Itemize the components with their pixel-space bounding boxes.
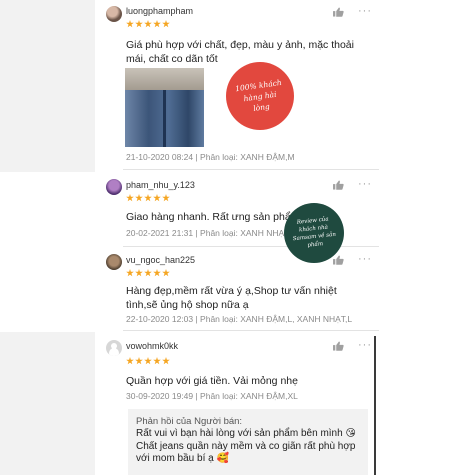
review-text: Giá phù hợp với chất, đẹp, màu y ảnh, mặ… (126, 39, 354, 65)
star-icon (162, 194, 170, 202)
left-margin (0, 332, 95, 475)
more-options-icon[interactable]: ··· (358, 6, 372, 17)
review-item: pham_nhu_y.123 ··· Giao hàng nhanh. Rất … (0, 172, 475, 248)
star-icon (153, 357, 161, 365)
star-icon (126, 20, 134, 28)
star-icon (135, 20, 143, 28)
avatar[interactable] (106, 254, 122, 270)
star-icon (126, 194, 134, 202)
star-icon (135, 269, 143, 277)
rating-stars (126, 269, 170, 277)
review-meta: 20-02-2021 21:31 | Phân loại: XANH NHẠT,… (126, 228, 296, 238)
review-photo[interactable] (125, 68, 204, 147)
review-username[interactable]: pham_nhu_y.123 (126, 180, 195, 190)
star-icon (153, 269, 161, 277)
rating-stars (126, 20, 170, 28)
star-icon (135, 194, 143, 202)
review-meta: 22-10-2020 12:03 | Phân loại: XANH ĐẬM,L… (126, 314, 353, 324)
thumbs-up-icon[interactable] (333, 341, 344, 351)
satisfaction-badge: 100% khách hàng hài lòng (226, 62, 294, 130)
review-username[interactable]: luongphampham (126, 6, 193, 16)
more-options-icon[interactable]: ··· (358, 179, 372, 190)
review-item: vu_ngoc_han225 ··· Hàng đẹp,mềm rất vừa … (0, 248, 475, 332)
star-icon (144, 194, 152, 202)
star-icon (135, 357, 143, 365)
rating-stars (126, 357, 170, 365)
thumbs-up-icon[interactable] (333, 180, 344, 190)
review-text: Quần hợp với giá tiền. Vải mỏng nhẹ (126, 375, 298, 387)
more-options-icon[interactable]: ··· (358, 340, 372, 351)
avatar[interactable] (106, 179, 122, 195)
avatar[interactable] (106, 6, 122, 22)
seller-reply-title: Phản hồi của Người bán: (136, 416, 243, 427)
review-item: luongphampham ··· Giá phù hợp với chất, … (0, 0, 475, 172)
star-icon (144, 269, 152, 277)
review-text: Hàng đẹp,mềm rất vừa ý ạ,Shop tư vấn nhi… (126, 285, 337, 311)
star-icon (126, 357, 134, 365)
thumbs-up-icon[interactable] (333, 255, 344, 265)
star-icon (144, 20, 152, 28)
rating-stars (126, 194, 170, 202)
star-icon (153, 194, 161, 202)
thumbs-up-icon[interactable] (333, 7, 344, 17)
review-username[interactable]: vowohmk0kk (126, 341, 178, 351)
scrollbar[interactable] (374, 336, 376, 475)
star-icon (153, 20, 161, 28)
star-icon (162, 20, 170, 28)
more-options-icon[interactable]: ··· (358, 254, 372, 265)
seller-reply: Phản hồi của Người bán: Rất vui vì bạn h… (128, 409, 368, 475)
star-icon (144, 357, 152, 365)
left-margin (0, 0, 95, 172)
review-meta: 21-10-2020 08:24 | Phân loại: XANH ĐẬM,M (126, 152, 295, 162)
star-icon (162, 357, 170, 365)
review-username[interactable]: vu_ngoc_han225 (126, 255, 195, 265)
seller-reply-text: Rất vui vì bạn hài lòng với sản phẩm bên… (136, 428, 356, 464)
divider (123, 169, 379, 170)
star-icon (126, 269, 134, 277)
divider (123, 330, 379, 331)
review-meta: 30-09-2020 19:49 | Phân loại: XANH ĐẬM,X… (126, 391, 298, 401)
avatar[interactable] (106, 340, 122, 356)
star-icon (162, 269, 170, 277)
